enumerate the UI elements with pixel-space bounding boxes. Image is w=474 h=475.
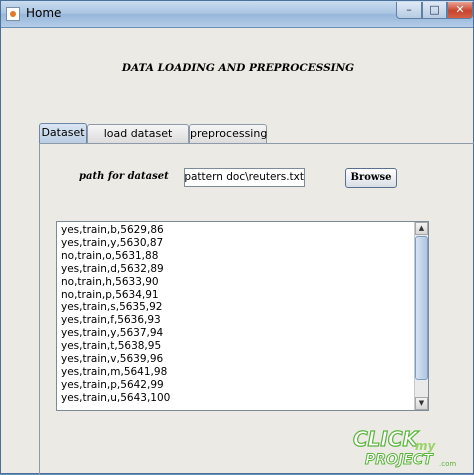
- scroll-up-arrow-icon[interactable]: ▲: [415, 222, 428, 235]
- output-line: yes,train,m,5641,98: [61, 365, 168, 378]
- java-app-icon: [6, 7, 20, 21]
- close-button[interactable]: ✕: [447, 2, 473, 19]
- browse-button[interactable]: Browse: [345, 168, 397, 188]
- output-line: yes,train,y,5637,94: [61, 327, 164, 340]
- output-line: yes,train,t,5638,95: [61, 340, 162, 353]
- output-text-area[interactable]: yes,train,b,5629,86 yes,train,y,5630,87 …: [56, 221, 429, 411]
- dataset-path-value: eeds\pattern doc\reuters.txt: [184, 171, 304, 183]
- output-line: no,train,o,5631,88: [61, 249, 159, 262]
- svg-text:.com: .com: [439, 460, 456, 468]
- svg-text:my: my: [415, 439, 437, 453]
- svg-text:CLICK: CLICK: [353, 427, 420, 451]
- tab-dataset[interactable]: Dataset: [39, 123, 87, 144]
- output-line: no,train,h,5633,90: [61, 275, 159, 288]
- maximize-button[interactable]: □: [422, 2, 447, 19]
- svg-text:PROJECT: PROJECT: [365, 452, 434, 468]
- scroll-down-arrow-icon[interactable]: ▼: [415, 397, 428, 410]
- output-lines: yes,train,b,5629,86 yes,train,y,5630,87 …: [61, 224, 170, 405]
- clickmyproject-watermark-logo: CLICK my PROJECT .com: [352, 426, 456, 468]
- main-window: Home – □ ✕ DATA LOADING AND PREPROCESSIN…: [0, 0, 474, 475]
- output-line: yes,train,u,5643,100: [61, 391, 171, 404]
- tab-preprocessing[interactable]: preprocessing: [189, 124, 267, 143]
- tab-load-dataset[interactable]: load dataset: [87, 124, 189, 143]
- output-line: yes,train,b,5629,86: [61, 224, 164, 236]
- output-line: no,train,p,5634,91: [61, 288, 159, 301]
- output-line: yes,train,s,5635,92: [61, 301, 163, 314]
- dataset-path-field[interactable]: eeds\pattern doc\reuters.txt: [184, 168, 305, 187]
- output-line: yes,train,y,5630,87: [61, 236, 164, 249]
- minimize-button[interactable]: –: [396, 2, 422, 19]
- output-line: yes,train,v,5639,96: [61, 353, 164, 366]
- output-line: yes,train,f,5636,93: [61, 314, 161, 327]
- output-line: yes,train,p,5642,99: [61, 378, 164, 391]
- path-label: path for dataset: [79, 171, 169, 182]
- page-title: DATA LOADING AND PREPROCESSING: [121, 62, 355, 74]
- vertical-scrollbar[interactable]: ▲ ▼: [414, 222, 428, 410]
- output-line: yes,train,d,5632,89: [61, 262, 164, 275]
- window-title: Home: [26, 6, 62, 20]
- title-bar[interactable]: Home – □ ✕: [1, 1, 473, 28]
- scrollbar-thumb[interactable]: [415, 236, 428, 380]
